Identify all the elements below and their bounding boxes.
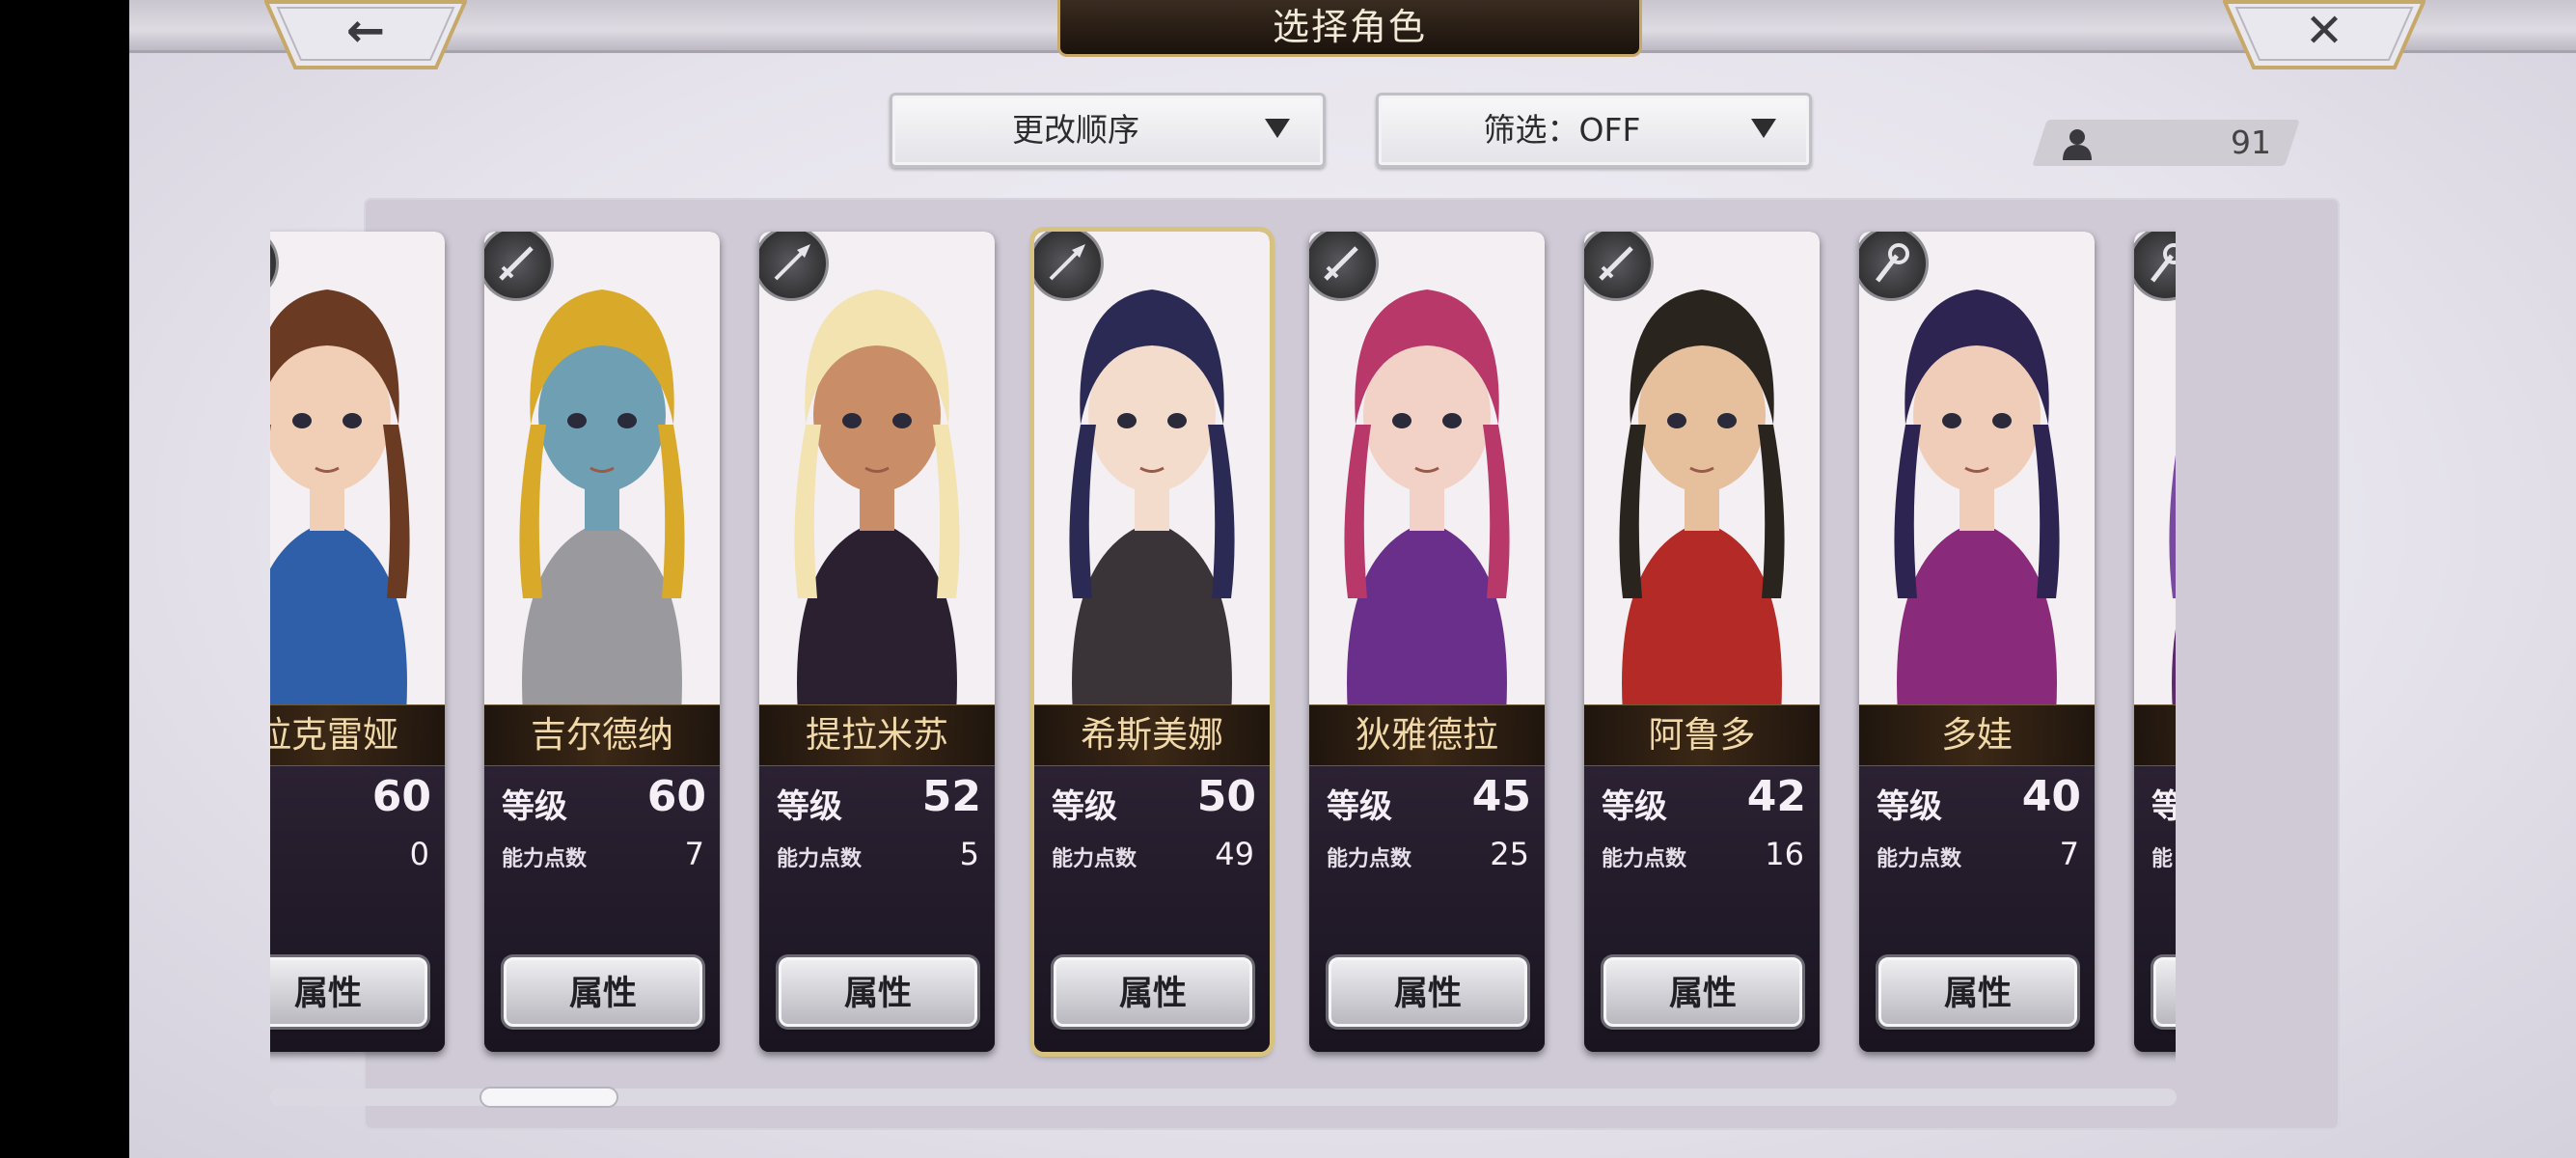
attributes-button[interactable]: 属性 [270, 957, 427, 1027]
character-card[interactable]: 阿鲁多 等级 42 能力点数 16 属性 [1584, 232, 1820, 1052]
character-card[interactable]: 吉尔德纳 等级 60 能力点数 7 属性 [484, 232, 720, 1052]
staff-icon [2151, 243, 2176, 283]
ability-points-label: 能力点数 [1602, 847, 1687, 871]
character-name [2134, 704, 2176, 766]
ability-points-label: 能力点数 [1877, 847, 1962, 871]
character-name: 拉克雷娅 [270, 704, 445, 766]
close-icon: ✕ [2304, 4, 2344, 58]
level-value: 52 [921, 772, 981, 821]
attributes-button[interactable]: 属性 [1054, 957, 1252, 1027]
character-card[interactable]: 提拉米苏 等级 52 能力点数 5 属性 [759, 232, 995, 1052]
filter-dropdown[interactable]: 筛选：OFF [1376, 93, 1812, 168]
level-value: 60 [646, 772, 706, 821]
character-name: 提拉米苏 [759, 704, 995, 766]
character-count-badge: 91 [2032, 120, 2300, 166]
character-portrait [2134, 232, 2176, 714]
sword-icon [1599, 246, 1633, 281]
back-button[interactable]: ← [264, 0, 467, 69]
attributes-button[interactable]: 属性 [504, 957, 702, 1027]
level-label: 等级 [1052, 787, 1117, 826]
level-value: 50 [1196, 772, 1256, 821]
ability-points-label: 能力点数 [502, 847, 588, 871]
ability-points-label: 能力点数 [1052, 847, 1137, 871]
level-label: 等级 [777, 787, 842, 826]
page-title: 选择角色 [1057, 0, 1642, 57]
character-name: 希斯美娜 [1034, 704, 1270, 766]
level-value: 60 [371, 772, 431, 821]
character-portrait [1584, 232, 1820, 714]
character-portrait [759, 232, 995, 714]
character-card[interactable]: 等 能 属性 [2134, 232, 2176, 1052]
character-portrait [1309, 232, 1545, 714]
sort-order-dropdown[interactable]: 更改顺序 [890, 93, 1326, 168]
character-count: 91 [2231, 124, 2271, 161]
character-portrait [1034, 232, 1270, 714]
ability-points-value: 49 [1215, 836, 1254, 872]
weapon-badge [2134, 232, 2176, 301]
character-name: 多娃 [1859, 704, 2095, 766]
spear-icon [774, 244, 810, 281]
ability-points-label: 能力点数 [1327, 847, 1412, 871]
attributes-button[interactable]: 属性 [1329, 957, 1527, 1027]
ability-points-value: 0 [409, 836, 429, 872]
sword-icon [1324, 246, 1358, 281]
attributes-button[interactable]: 属性 [1603, 957, 1802, 1027]
sort-order-label: 更改顺序 [1012, 111, 1139, 149]
level-value: 42 [1746, 772, 1806, 821]
attributes-button[interactable]: 属性 [2153, 957, 2176, 1027]
attributes-button[interactable]: 属性 [779, 957, 977, 1027]
level-label: 等级 [1602, 787, 1667, 826]
back-arrow-icon: ← [345, 4, 386, 58]
level-label: 等级 [502, 787, 567, 826]
scrollbar-thumb[interactable] [480, 1087, 619, 1108]
character-card[interactable]: 狄雅德拉 等级 45 能力点数 25 属性 [1309, 232, 1545, 1052]
level-label: 等级 [1877, 787, 1942, 826]
character-carousel[interactable]: 拉克雷娅 级 60 点数 0 属性 吉尔德纳 等级 60 能力点数 7 属性 [270, 224, 2176, 1063]
level-label: 等 [2151, 787, 2176, 826]
ability-points-label: 能 [2151, 847, 2174, 871]
level-label: 等级 [1327, 787, 1392, 826]
spear-icon [1049, 244, 1085, 281]
chevron-down-icon [1265, 119, 1290, 138]
character-card[interactable]: 拉克雷娅 级 60 点数 0 属性 [270, 232, 445, 1052]
character-name: 阿鲁多 [1584, 704, 1820, 766]
level-value: 45 [1471, 772, 1531, 821]
character-card[interactable]: 希斯美娜 等级 50 能力点数 49 属性 [1034, 232, 1270, 1052]
ability-points-label: 能力点数 [777, 847, 863, 871]
character-portrait [484, 232, 720, 714]
person-icon [2063, 129, 2092, 160]
ability-points-value: 16 [1765, 836, 1804, 872]
ability-points-value: 5 [959, 836, 979, 872]
ability-points-value: 25 [1490, 836, 1529, 872]
sword-icon [499, 246, 534, 281]
character-name: 狄雅德拉 [1309, 704, 1545, 766]
attributes-button[interactable]: 属性 [1878, 957, 2077, 1027]
close-button[interactable]: ✕ [2223, 0, 2425, 69]
chevron-down-icon [1751, 119, 1776, 138]
filter-label: 筛选：OFF [1483, 111, 1641, 149]
ability-points-value: 7 [684, 836, 704, 872]
staff-icon [1876, 243, 1909, 283]
level-value: 40 [2021, 772, 2081, 821]
ability-points-value: 7 [2059, 836, 2079, 872]
character-card[interactable]: 多娃 等级 40 能力点数 7 属性 [1859, 232, 2095, 1052]
character-portrait [270, 232, 445, 714]
character-name: 吉尔德纳 [484, 704, 720, 766]
character-portrait [1859, 232, 2095, 714]
